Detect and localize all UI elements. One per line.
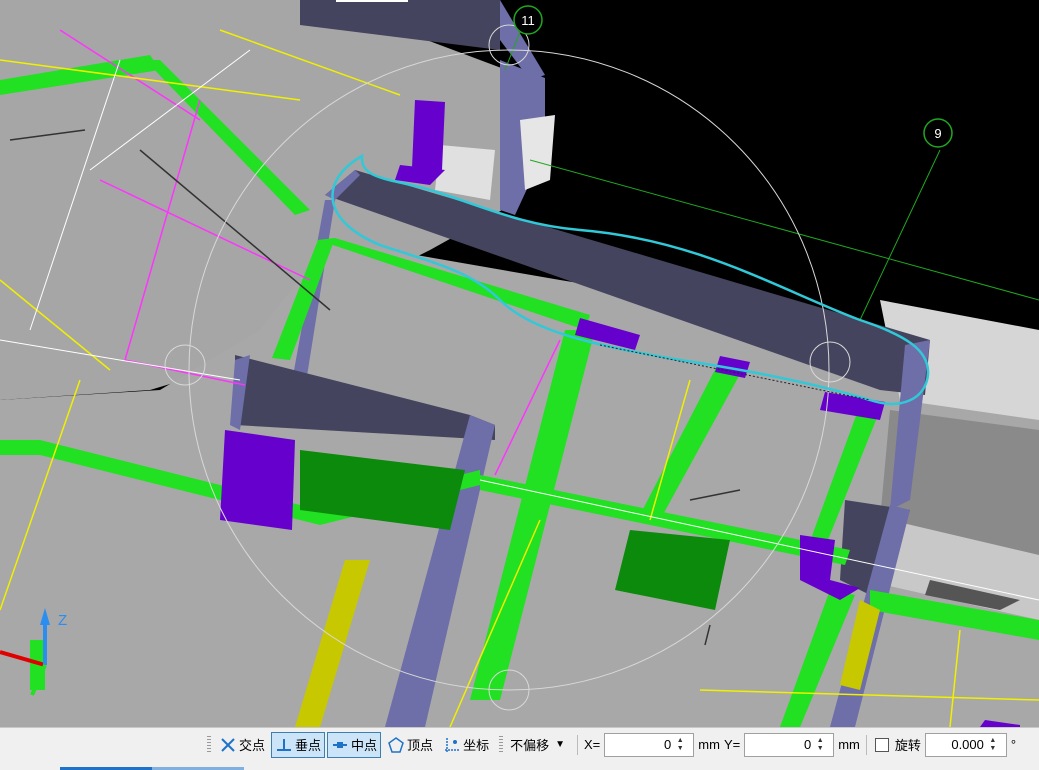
stepper-up-icon[interactable]: ▲ <box>989 737 996 745</box>
offset-mode-value: 不偏移 <box>510 738 550 753</box>
chevron-down-icon: ▼ <box>555 739 565 750</box>
offset-mode-dropdown[interactable]: 不偏移 ▼ <box>507 733 567 757</box>
stepper-down-icon[interactable]: ▼ <box>677 745 684 753</box>
coordinate-icon <box>445 737 460 752</box>
snap-perpendicular-button[interactable]: 垂点 <box>271 731 326 758</box>
snap-toolbar: 交点 垂点 中点 顶点 坐标 不偏移 ▼ X= ▲▼ mm Y= ▲▼ mm 旋… <box>0 727 1039 761</box>
snap-vertex-label: 顶点 <box>407 738 434 753</box>
rotate-stepper-arrows[interactable]: ▲ ▼ <box>986 737 1000 753</box>
stepper-up-icon[interactable]: ▲ <box>817 737 824 745</box>
stepper-down-icon[interactable]: ▼ <box>817 745 824 753</box>
y-stepper-arrows[interactable]: ▲ ▼ <box>813 737 827 753</box>
perpendicular-icon <box>277 738 292 751</box>
axis-label-9-text: 9 <box>934 126 941 141</box>
snap-midpoint-label: 中点 <box>351 738 378 753</box>
axis-label-11-text: 11 <box>521 13 535 28</box>
x-stepper[interactable]: ▲▼ <box>604 732 695 757</box>
x-label: X= <box>584 737 601 752</box>
y-label: Y= <box>723 737 741 752</box>
y-unit: mm <box>838 737 860 752</box>
3d-viewport[interactable]: 11 9 Z <box>0 0 1039 727</box>
stepper-up-icon[interactable]: ▲ <box>677 737 684 745</box>
vertex-icon <box>388 736 404 753</box>
x-stepper-arrows[interactable]: ▲ ▼ <box>673 737 687 753</box>
rotate-checkbox[interactable] <box>874 737 889 752</box>
snap-coordinate-label: 坐标 <box>463 738 490 753</box>
rotate-input[interactable] <box>925 737 986 752</box>
axis-label-9: 9 <box>923 118 953 148</box>
stepper-down-icon[interactable]: ▼ <box>989 745 996 753</box>
snap-midpoint-button[interactable]: 中点 <box>327 731 382 758</box>
axis-label-11: 11 <box>513 5 543 35</box>
snap-perpendicular-label: 垂点 <box>295 738 322 753</box>
3d-scene[interactable]: 11 9 Z <box>0 0 1039 727</box>
rotate-stepper[interactable]: ▲▼ <box>924 732 1007 757</box>
y-stepper[interactable]: ▲▼ <box>744 732 835 757</box>
snap-coordinate-button[interactable]: 坐标 <box>439 732 493 758</box>
gizmo-z-label: Z <box>58 612 67 629</box>
toolbar-grip[interactable] <box>207 735 211 754</box>
status-strip <box>0 760 1039 770</box>
y-input[interactable] <box>745 737 814 752</box>
midpoint-icon <box>333 741 348 748</box>
toolbar-separator <box>865 734 867 755</box>
toolbar-grip-2[interactable] <box>499 735 504 754</box>
snap-vertex-button[interactable]: 顶点 <box>383 732 437 758</box>
intersection-icon <box>221 737 235 752</box>
snap-intersection-button[interactable]: 交点 <box>215 732 269 758</box>
x-unit: mm <box>698 737 720 752</box>
rotate-unit: ° <box>1010 737 1017 752</box>
snap-intersection-label: 交点 <box>239 738 266 753</box>
x-input[interactable] <box>605 737 674 752</box>
toolbar-separator <box>577 734 578 755</box>
rotate-label: 旋转 <box>894 738 921 753</box>
